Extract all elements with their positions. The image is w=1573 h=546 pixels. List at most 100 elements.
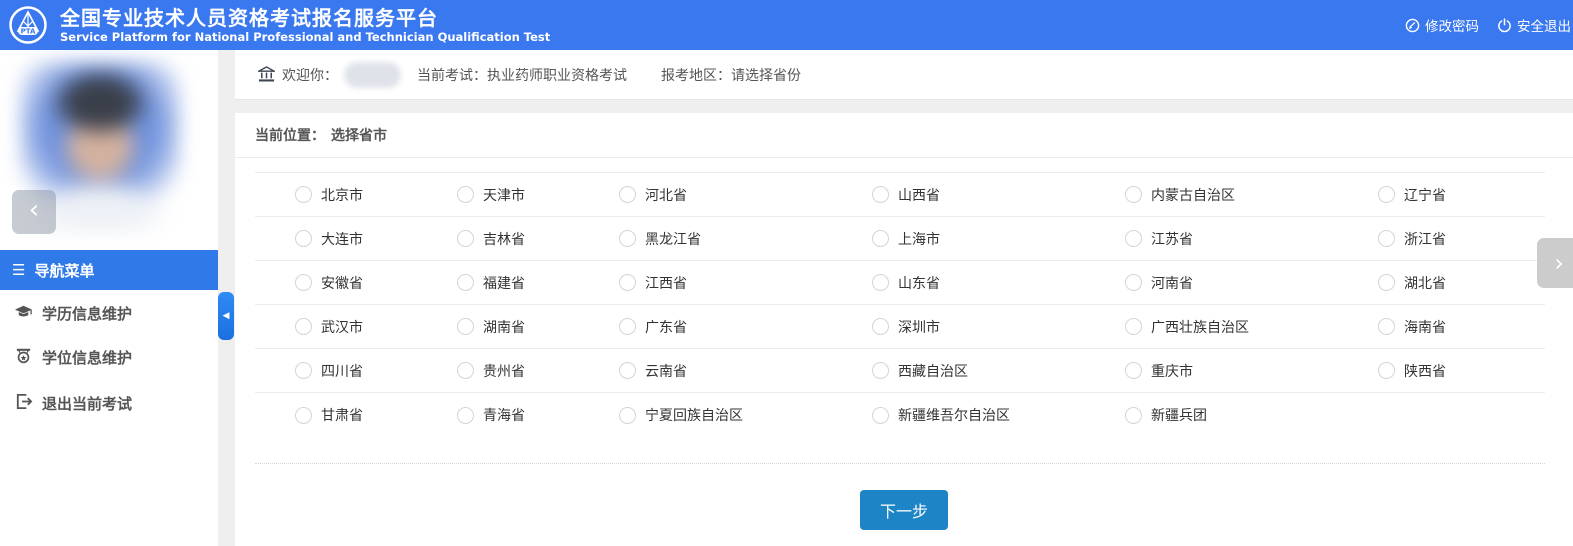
nav-menu-header[interactable]: ☰ 导航菜单 <box>0 250 218 290</box>
radio-button[interactable] <box>619 274 636 291</box>
province-option[interactable]: 内蒙古自治区 <box>1085 173 1338 217</box>
svg-text:PTA: PTA <box>21 28 36 36</box>
province-option[interactable]: 青海省 <box>417 393 579 437</box>
province-label: 大连市 <box>321 229 363 249</box>
province-option[interactable]: 安徽省 <box>255 261 417 305</box>
province-option[interactable]: 北京市 <box>255 173 417 217</box>
province-option[interactable]: 上海市 <box>832 217 1085 261</box>
province-option[interactable]: 宁夏回族自治区 <box>579 393 832 437</box>
province-label: 黑龙江省 <box>645 229 701 249</box>
province-label: 广东省 <box>645 317 687 337</box>
radio-button[interactable] <box>1125 230 1142 247</box>
radio-button[interactable] <box>295 186 312 203</box>
next-step-button[interactable]: 下一步 <box>860 490 948 530</box>
radio-button[interactable] <box>457 407 474 424</box>
power-icon <box>1497 18 1512 33</box>
province-grid-wrap: 北京市 天津市 河北省 山西省 内蒙古自治区 辽宁省 大连市 吉林省 黑龙江省 … <box>255 172 1545 437</box>
radio-button[interactable] <box>1125 186 1142 203</box>
sidebar-collapse-button[interactable]: ◀ <box>218 292 234 340</box>
safe-exit-link[interactable]: 安全退出 <box>1497 15 1571 35</box>
province-option[interactable]: 山西省 <box>832 173 1085 217</box>
radio-button[interactable] <box>619 186 636 203</box>
edit-circle-icon <box>1405 18 1420 33</box>
radio-button[interactable] <box>457 274 474 291</box>
radio-button[interactable] <box>1378 318 1395 335</box>
radio-button[interactable] <box>457 186 474 203</box>
province-option[interactable]: 河北省 <box>579 173 832 217</box>
radio-button[interactable] <box>1125 274 1142 291</box>
province-option[interactable]: 西藏自治区 <box>832 349 1085 393</box>
province-option[interactable]: 黑龙江省 <box>579 217 832 261</box>
province-option[interactable]: 辽宁省 <box>1338 173 1545 217</box>
province-option[interactable]: 深圳市 <box>832 305 1085 349</box>
carousel-prev-button[interactable]: ‹ <box>12 190 56 234</box>
province-label: 浙江省 <box>1404 229 1446 249</box>
province-option[interactable]: 湖北省 <box>1338 261 1545 305</box>
radio-button[interactable] <box>1378 230 1395 247</box>
province-option[interactable]: 天津市 <box>417 173 579 217</box>
change-password-link[interactable]: 修改密码 <box>1405 15 1479 35</box>
province-option[interactable]: 湖南省 <box>417 305 579 349</box>
chevron-left-icon: ‹ <box>29 197 39 223</box>
current-exam: 当前考试：执业药师职业资格考试 <box>417 65 627 85</box>
province-option[interactable]: 新疆兵团 <box>1085 393 1338 437</box>
province-option[interactable]: 贵州省 <box>417 349 579 393</box>
province-option[interactable]: 新疆维吾尔自治区 <box>832 393 1085 437</box>
radio-button[interactable] <box>619 318 636 335</box>
pta-logo-icon: PTA <box>8 5 48 45</box>
province-option[interactable]: 云南省 <box>579 349 832 393</box>
radio-button[interactable] <box>295 318 312 335</box>
radio-button[interactable] <box>872 230 889 247</box>
radio-button[interactable] <box>1125 362 1142 379</box>
radio-button[interactable] <box>1125 407 1142 424</box>
province-label: 上海市 <box>898 229 940 249</box>
province-option[interactable]: 广东省 <box>579 305 832 349</box>
radio-button[interactable] <box>457 362 474 379</box>
greeting-label: 欢迎你： <box>282 65 338 85</box>
radio-button[interactable] <box>1378 362 1395 379</box>
radio-button[interactable] <box>619 230 636 247</box>
radio-button[interactable] <box>872 407 889 424</box>
radio-button[interactable] <box>1125 318 1142 335</box>
radio-button[interactable] <box>872 186 889 203</box>
radio-button[interactable] <box>295 407 312 424</box>
radio-button[interactable] <box>1378 186 1395 203</box>
province-option[interactable]: 重庆市 <box>1085 349 1338 393</box>
province-option[interactable]: 海南省 <box>1338 305 1545 349</box>
hamburger-icon: ☰ <box>12 263 25 278</box>
radio-button[interactable] <box>457 318 474 335</box>
radio-button[interactable] <box>872 274 889 291</box>
radio-button[interactable] <box>295 362 312 379</box>
sidebar-item-education-info[interactable]: 学历信息维护 <box>0 291 218 335</box>
province-option[interactable]: 吉林省 <box>417 217 579 261</box>
radio-button[interactable] <box>619 407 636 424</box>
sidebar-item-exit-exam[interactable]: 退出当前考试 <box>0 381 218 425</box>
province-label: 内蒙古自治区 <box>1151 185 1235 205</box>
province-label: 新疆维吾尔自治区 <box>898 405 1010 425</box>
province-option[interactable]: 甘肃省 <box>255 393 417 437</box>
sidebar-item-degree-info[interactable]: 学位信息维护 <box>0 335 218 379</box>
province-option[interactable]: 广西壮族自治区 <box>1085 305 1338 349</box>
province-option[interactable]: 江苏省 <box>1085 217 1338 261</box>
province-label: 河南省 <box>1151 273 1193 293</box>
province-option[interactable]: 武汉市 <box>255 305 417 349</box>
radio-button[interactable] <box>872 362 889 379</box>
sidebar-item-label: 学历信息维护 <box>42 303 132 324</box>
province-option[interactable]: 陕西省 <box>1338 349 1545 393</box>
username-redacted <box>344 62 401 88</box>
province-label: 深圳市 <box>898 317 940 337</box>
radio-button[interactable] <box>295 230 312 247</box>
radio-button[interactable] <box>295 274 312 291</box>
radio-button[interactable] <box>457 230 474 247</box>
province-option[interactable]: 江西省 <box>579 261 832 305</box>
province-option[interactable]: 山东省 <box>832 261 1085 305</box>
radio-button[interactable] <box>619 362 636 379</box>
province-option[interactable]: 福建省 <box>417 261 579 305</box>
province-option[interactable]: 四川省 <box>255 349 417 393</box>
radio-button[interactable] <box>1378 274 1395 291</box>
radio-button[interactable] <box>872 318 889 335</box>
province-option[interactable]: 大连市 <box>255 217 417 261</box>
province-option[interactable]: 河南省 <box>1085 261 1338 305</box>
province-option[interactable]: 浙江省 <box>1338 217 1545 261</box>
carousel-next-button[interactable]: › <box>1537 238 1573 288</box>
